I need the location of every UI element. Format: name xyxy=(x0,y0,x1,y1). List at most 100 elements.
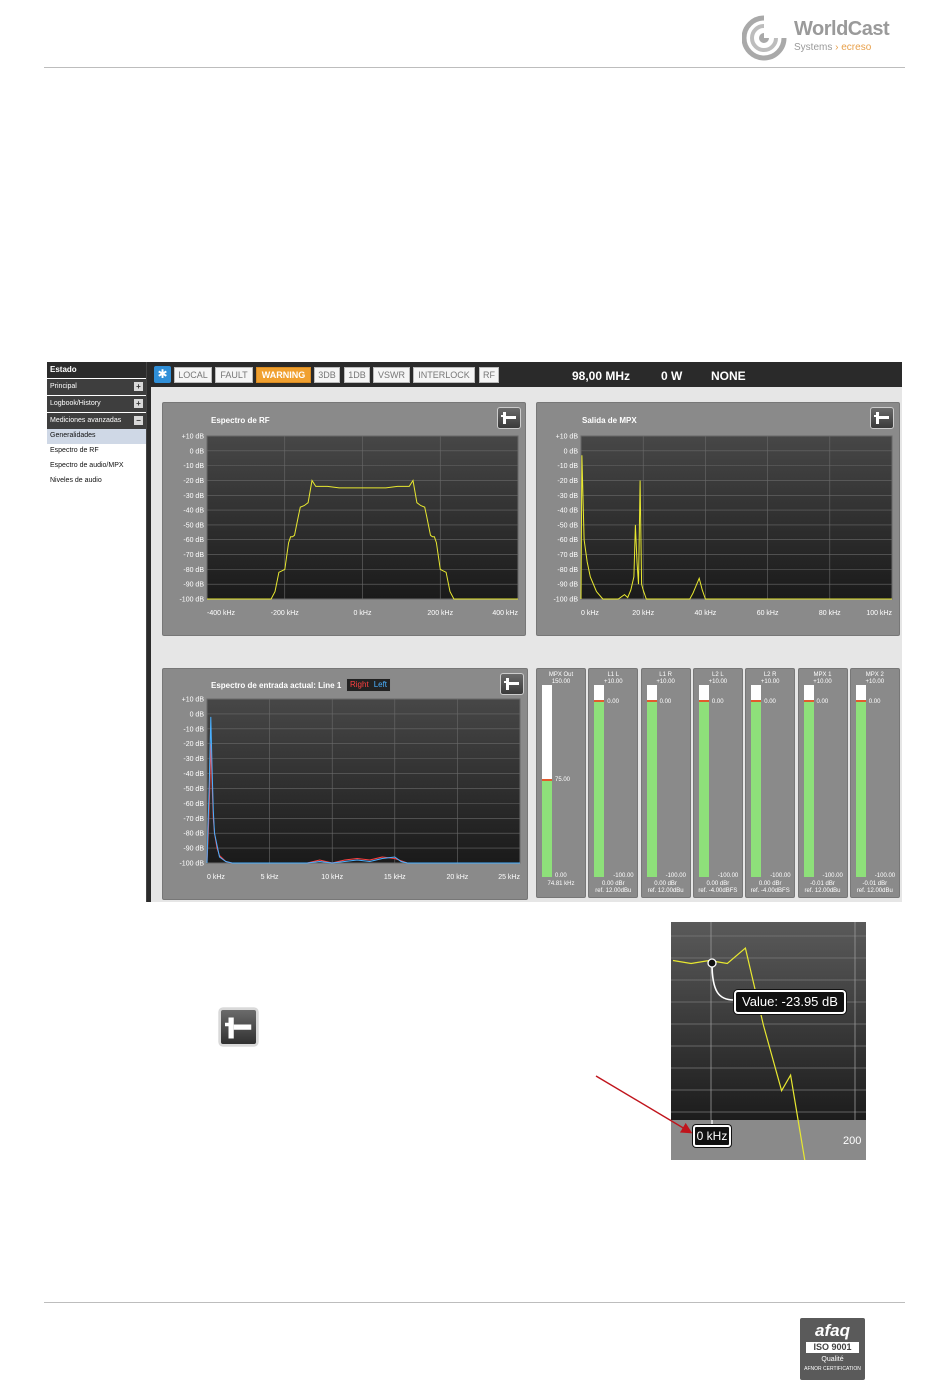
status-tag-warning: WARNING xyxy=(256,367,311,383)
network-icon[interactable]: ✱ xyxy=(154,366,171,383)
y-tick-label: -30 dB xyxy=(557,493,578,500)
x-tick-label: 25 kHz xyxy=(498,874,520,881)
x-tick-label: 0 kHz xyxy=(207,874,225,881)
meter-reference: ref. -4.00dBFS xyxy=(698,888,738,894)
y-tick-label: -50 dB xyxy=(183,522,204,529)
meter-name: L2 R xyxy=(763,672,777,678)
y-tick-label: -10 dB xyxy=(183,463,204,470)
meter-bar xyxy=(542,685,552,877)
status-tag-local: LOCAL xyxy=(174,367,212,383)
zoom-reset-button-large xyxy=(219,1008,258,1046)
status-tag-1db: 1DB xyxy=(344,367,370,383)
meter-peak xyxy=(698,700,709,703)
meter-scale-bottom: 0.00 xyxy=(555,873,567,879)
sidebar-title: Estado xyxy=(47,362,146,378)
x-tick-label: 20 kHz xyxy=(447,874,469,881)
y-tick-label: -60 dB xyxy=(557,537,578,544)
x-tick-label: -400 kHz xyxy=(207,610,236,617)
expand-icon[interactable]: + xyxy=(134,399,143,408)
sidebar: Estado Principal + Logbook/History + Med… xyxy=(47,362,147,902)
footer-rule xyxy=(44,1302,905,1303)
y-tick-label: -60 dB xyxy=(183,801,204,808)
y-tick-label: -10 dB xyxy=(183,726,204,733)
meter-scale-bottom: -100.00 xyxy=(717,873,739,879)
cert-iso: ISO 9001 xyxy=(806,1342,859,1353)
zoom-reset-button[interactable] xyxy=(500,673,524,695)
sidebar-item-generalidades[interactable]: Generalidades xyxy=(47,429,146,444)
meter-fill xyxy=(855,702,866,877)
audio-input-chart[interactable]: +10 dB 0 dB -10 dB -20 dB -30 dB -40 dB -50 dB… xyxy=(163,669,529,901)
meter-scale-bottom: -100.00 xyxy=(613,873,634,879)
meter-fill xyxy=(646,702,657,877)
meter-peak xyxy=(646,700,657,703)
meter-name: L1 R xyxy=(659,672,672,678)
y-tick-label: 0 dB xyxy=(190,711,205,718)
sidebar-section-logbook[interactable]: Logbook/History + xyxy=(47,396,146,412)
sidebar-section-label: Logbook/History xyxy=(50,400,101,407)
frequency-value: 98,00 MHz xyxy=(572,369,631,383)
status-tag-rf: RF xyxy=(479,367,499,383)
meter-reading: -0.01 dBr xyxy=(862,881,888,887)
value-tooltip: Value: -23.95 dB xyxy=(734,990,846,1014)
meter-reading: 0.00 dBr xyxy=(706,881,730,887)
cert-afaq: afaq xyxy=(815,1321,850,1340)
meter-peak xyxy=(855,700,866,703)
zoom-reset-icon xyxy=(225,1017,252,1039)
mpx-output-panel: Salida de MPX +10 dB 0 dB -10 dB -20 dB -30 … xyxy=(536,402,900,636)
meter-fill xyxy=(803,702,814,877)
meter-name: L1 L xyxy=(607,672,620,678)
annotation-arrow xyxy=(595,1075,693,1134)
meter-reference: ref. 12.00dBu xyxy=(647,888,684,894)
meter-reading: 0.00 dBr xyxy=(601,881,625,887)
meter-name: MPX 1 xyxy=(813,672,832,678)
header-rule xyxy=(44,67,905,68)
zoom-reset-button[interactable] xyxy=(870,407,894,429)
meter-reference: ref. 12.00dBu xyxy=(804,888,841,894)
cursor-point xyxy=(707,958,717,968)
y-tick-label: 0 dB xyxy=(190,448,205,455)
meter-bar xyxy=(594,685,605,877)
meter-scale-mid: 0.00 xyxy=(816,699,829,705)
x-tick-label: 100 kHz xyxy=(866,610,892,617)
y-tick-label: -50 dB xyxy=(557,522,578,529)
x-tick-label: 20 kHz xyxy=(632,610,654,617)
sidebar-item-niveles-audio[interactable]: Niveles de audio xyxy=(47,474,146,489)
meter-reading: -0.01 dBr xyxy=(810,881,835,887)
sidebar-item-espectro-rf[interactable]: Espectro de RF xyxy=(47,444,146,459)
zoom-reset-icon xyxy=(874,412,889,424)
y-tick-label: -90 dB xyxy=(183,582,204,589)
zoom-reset-button[interactable] xyxy=(497,407,521,429)
meter-fill xyxy=(594,702,605,877)
legend-right[interactable]: Right xyxy=(350,680,369,689)
y-tick-label: -70 dB xyxy=(183,552,204,559)
sidebar-section-mediciones[interactable]: Mediciones avanzadas − xyxy=(47,413,146,429)
sidebar-item-espectro-audio-mpx[interactable]: Espectro de audio/MPX xyxy=(47,459,146,474)
mpx-output-chart[interactable]: +10 dB 0 dB -10 dB -20 dB -30 dB -40 dB -50 dB… xyxy=(537,403,901,637)
worldcast-swirl-icon xyxy=(742,12,792,61)
y-tick-label: -20 dB xyxy=(183,478,204,485)
meter-bar xyxy=(803,685,814,877)
meter-fill xyxy=(698,702,709,877)
legend-left[interactable]: Left xyxy=(374,680,387,689)
sidebar-section-principal[interactable]: Principal + xyxy=(47,379,146,395)
brand-name: WorldCast xyxy=(794,18,890,40)
x-tick-label: 5 kHz xyxy=(261,874,279,881)
y-tick-label: -70 dB xyxy=(557,552,578,559)
meter-reference: ref. -4.00dBFS xyxy=(750,888,790,894)
brand-sub-left: Systems xyxy=(794,42,833,53)
plot-area xyxy=(580,435,893,600)
meter-scale-mid: 75.00 xyxy=(555,777,571,783)
meter-reference: ref. 12.00dBu xyxy=(856,888,893,894)
x-tick-label: 0 kHz xyxy=(354,610,372,617)
collapse-icon[interactable]: − xyxy=(134,416,143,425)
brand-subtitle: Systems › ecreso xyxy=(794,42,871,53)
rf-spectrum-chart[interactable]: +10 dB 0 dB -10 dB -20 dB -30 dB -40 dB -50 dB… xyxy=(163,403,527,637)
meter-fill xyxy=(542,781,552,877)
brand-sub-separator: › xyxy=(835,42,839,53)
expand-icon[interactable]: + xyxy=(134,382,143,391)
meter-fill xyxy=(751,702,762,877)
cert-quality: Qualité xyxy=(821,1356,844,1363)
level-meter: MPX Out 150.00 75.00 0.00 74.81 kHz xyxy=(536,668,586,898)
y-tick-label: -90 dB xyxy=(183,846,204,853)
level-meter: MPX 1 +10.00 0.00 -100.00 -0.01 dBr ref. 12.0… xyxy=(797,668,848,898)
